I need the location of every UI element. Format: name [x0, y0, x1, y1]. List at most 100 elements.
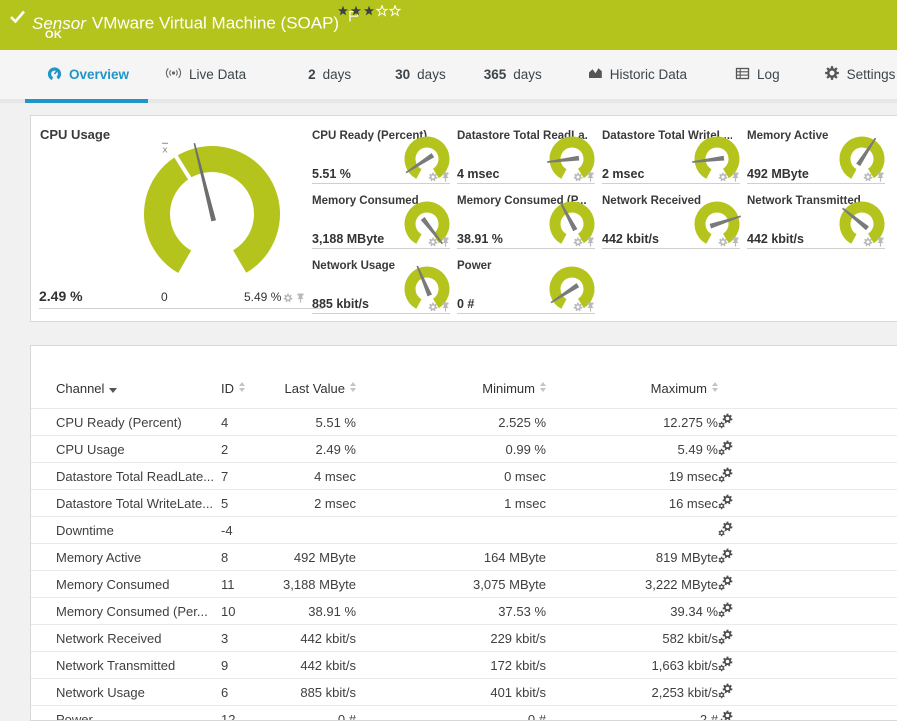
- pin-icon[interactable]: [296, 293, 305, 303]
- gear-icon[interactable]: [428, 172, 438, 182]
- column-header-maximum[interactable]: Maximum: [546, 346, 718, 409]
- pin-icon[interactable]: [441, 302, 450, 312]
- table-row: Downtime -4: [31, 516, 897, 544]
- cell-last: 442 kbit/s: [281, 651, 356, 679]
- cell-min: 164 MByte: [356, 543, 546, 571]
- gear-icon[interactable]: [283, 293, 293, 303]
- cell-min: 0 #: [356, 705, 546, 720]
- active-tab-indicator: [25, 99, 148, 103]
- tab-365-days[interactable]: 365 days: [484, 67, 542, 82]
- gauge-title: Memory Active: [747, 130, 829, 142]
- star-empty-icon[interactable]: [375, 4, 389, 22]
- channel-settings-gears-icon[interactable]: [718, 575, 733, 591]
- pin-icon[interactable]: [876, 172, 885, 182]
- cell-max: 819 MByte: [546, 543, 718, 571]
- gauge-memory-active: Memory Active 492 MByte: [746, 126, 891, 191]
- gear-icon[interactable]: [573, 237, 583, 247]
- gauge-title: Network Usage: [312, 260, 396, 272]
- channel-settings-gears-icon[interactable]: [718, 656, 733, 672]
- cell-channel: Datastore Total WriteLate...: [31, 489, 221, 517]
- column-header-minimum[interactable]: Minimum: [356, 346, 546, 409]
- gear-icon[interactable]: [718, 172, 728, 182]
- pin-icon[interactable]: [586, 172, 595, 182]
- cell-max: 5.49 %: [546, 435, 718, 463]
- tab-30-days[interactable]: 30 days: [395, 67, 446, 82]
- column-header-last-value[interactable]: Last Value: [281, 346, 356, 409]
- cell-channel: Network Usage: [31, 678, 221, 706]
- priority-stars[interactable]: [337, 4, 402, 22]
- gauge-value: 4 msec: [457, 167, 500, 181]
- pin-icon[interactable]: [441, 172, 450, 182]
- star-filled-icon[interactable]: [363, 4, 375, 22]
- cell-last: 38.91 %: [281, 597, 356, 625]
- pin-icon[interactable]: [731, 172, 740, 182]
- gear-icon[interactable]: [573, 172, 583, 182]
- status-badge: OK: [45, 29, 63, 41]
- cell-min: 229 kbit/s: [356, 624, 546, 652]
- gauge-datastore-total-readla: Datastore Total ReadLa... 4 msec: [456, 126, 601, 191]
- channel-settings-gears-icon[interactable]: [718, 521, 733, 537]
- cell-min: 0 msec: [356, 462, 546, 490]
- gauge-value: 492 MByte: [747, 167, 809, 181]
- pin-icon[interactable]: [876, 237, 885, 247]
- column-header-settings: [718, 346, 838, 409]
- cell-id: 9: [221, 651, 281, 679]
- gear-icon[interactable]: [863, 237, 873, 247]
- tab-settings[interactable]: Settings: [824, 65, 895, 84]
- table-row: CPU Ready (Percent) 4 5.51 % 2.525 % 12.275 …: [31, 408, 897, 436]
- channel-settings-gears-icon[interactable]: [718, 629, 733, 645]
- channel-settings-gears-icon[interactable]: [718, 440, 733, 456]
- cell-id: 12: [221, 705, 281, 720]
- channel-table-panel: Channel ID Last Value Minimum Maximum CP…: [30, 345, 897, 721]
- cell-min: 3,075 MByte: [356, 570, 546, 598]
- star-filled-icon[interactable]: [337, 4, 349, 22]
- gear-icon[interactable]: [573, 302, 583, 312]
- cpu-usage-gauge: x: [144, 142, 280, 282]
- sort-icon: [350, 382, 356, 392]
- cell-id: 6: [221, 678, 281, 706]
- cell-min: 1 msec: [356, 489, 546, 517]
- gear-icon[interactable]: [863, 172, 873, 182]
- cell-max: 12.275 %: [546, 408, 718, 436]
- pin-icon[interactable]: [586, 237, 595, 247]
- sensor-header: Sensor VMware Virtual Machine (SOAP) OK: [0, 0, 897, 50]
- channel-settings-gears-icon[interactable]: [718, 602, 733, 618]
- sort-icon: [239, 382, 245, 392]
- channel-settings-gears-icon[interactable]: [718, 683, 733, 699]
- gear-icon[interactable]: [718, 237, 728, 247]
- channel-settings-gears-icon[interactable]: [718, 413, 733, 429]
- tab-overview[interactable]: Overview: [25, 66, 151, 84]
- tab-log[interactable]: Log: [735, 67, 780, 83]
- gear-icon[interactable]: [428, 302, 438, 312]
- gauge-memory-consumed-p: Memory Consumed (P... 38.91 %: [456, 191, 601, 256]
- pin-icon[interactable]: [586, 302, 595, 312]
- cell-max: 1,663 kbit/s: [546, 651, 718, 679]
- column-header-channel[interactable]: Channel: [31, 346, 221, 409]
- cell-max: 16 msec: [546, 489, 718, 517]
- column-header-id[interactable]: ID: [221, 346, 281, 409]
- cell-id: 11: [221, 570, 281, 598]
- channel-settings-gears-icon[interactable]: [718, 494, 733, 510]
- table-row: Network Received 3 442 kbit/s 229 kbit/s 582…: [31, 624, 897, 652]
- cell-last: 442 kbit/s: [281, 624, 356, 652]
- cell-last: 0 #: [281, 705, 356, 720]
- tab-historic-data[interactable]: Historic Data: [588, 66, 687, 83]
- channel-settings-gears-icon[interactable]: [718, 710, 733, 720]
- gauge-value: 0 #: [457, 297, 475, 311]
- pin-icon[interactable]: [441, 237, 450, 247]
- channel-settings-gears-icon[interactable]: [718, 467, 733, 483]
- table-row: Power 12 0 #0 #2 #: [31, 705, 897, 720]
- tab-live-data[interactable]: Live Data: [165, 67, 246, 82]
- gauges-panel: CPU Usage x 2.49 % 0 5.49 % CPU Ready (P…: [30, 115, 897, 322]
- cell-max: [546, 516, 718, 544]
- sensor-name: VMware Virtual Machine (SOAP): [91, 13, 340, 33]
- cell-id: 2: [221, 435, 281, 463]
- gauge-memory-consumed: Memory Consumed 3,188 MByte: [311, 191, 456, 256]
- channel-settings-gears-icon[interactable]: [718, 548, 733, 564]
- star-filled-icon[interactable]: [350, 4, 362, 22]
- star-empty-icon[interactable]: [388, 4, 402, 22]
- gear-icon[interactable]: [428, 237, 438, 247]
- cell-id: 7: [221, 462, 281, 490]
- tab-2-days[interactable]: 2 days: [308, 67, 351, 82]
- pin-icon[interactable]: [731, 237, 740, 247]
